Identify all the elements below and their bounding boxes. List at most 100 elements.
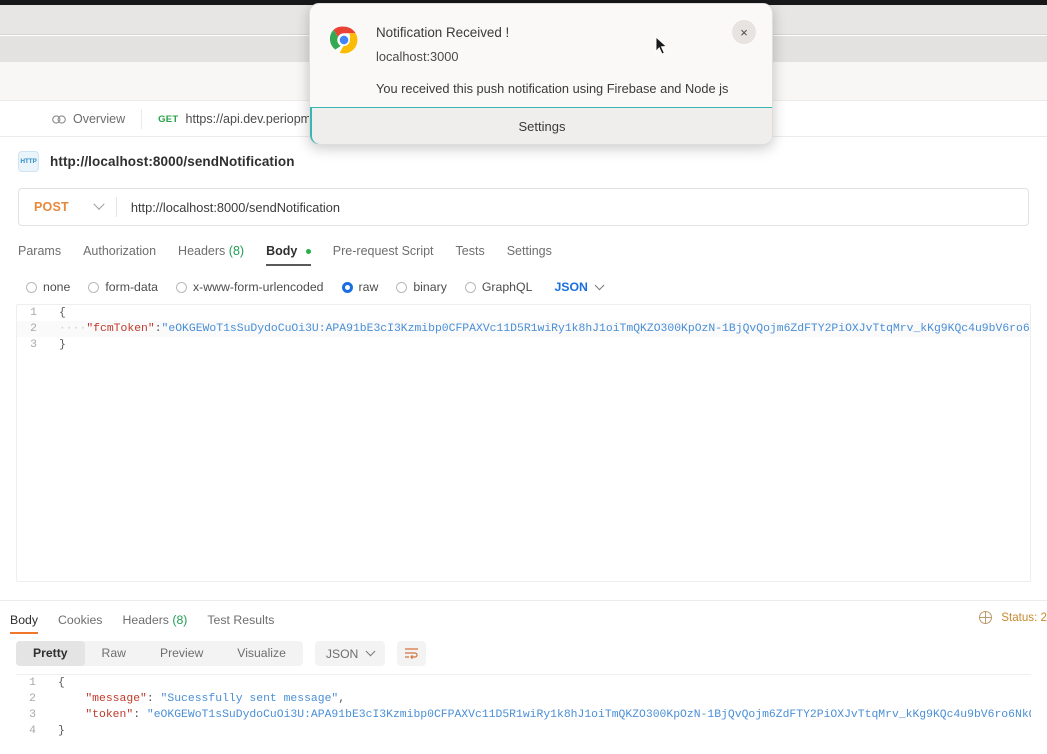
code-line: 3 "token": "eOKGEWoT1sSuDydoCuOi3U:APA91… [16,707,1031,723]
response-body-editor[interactable]: 1 { 2 "message": "Sucessfully sent messa… [16,674,1031,744]
tab-authorization-label: Authorization [83,244,156,258]
url-bar: POST http://localhost:8000/sendNotificat… [18,188,1029,226]
response-tab-headers-label: Headers [122,613,168,627]
radio-form-data[interactable]: form-data [88,280,158,294]
response-tab-cookies-label: Cookies [58,613,102,627]
notification-message: You received this push notification usin… [376,81,728,96]
body-format-dropdown[interactable]: JSON [554,280,603,294]
tab-headers-label: Headers [178,244,225,258]
close-icon[interactable]: × [732,20,756,44]
radio-raw-icon [342,282,353,293]
json-value: "eOKGEWoT1sSuDydoCuOi3U:APA91bE3cI3Kzmib… [147,709,1031,721]
code-line: 1 { [17,305,1030,321]
request-option-tabs: Params Authorization Headers (8) Body Pr… [0,226,1047,266]
view-pretty[interactable]: Pretty [16,641,85,666]
tab-overview[interactable]: Overview [0,101,141,137]
radio-binary[interactable]: binary [396,280,447,294]
globe-icon [979,611,992,624]
radio-form-data-label: form-data [105,280,158,294]
response-tabbar: Body Cookies Headers (8) Test Results St… [0,601,1047,634]
radio-binary-icon [396,282,407,293]
code-line: 2 ····"fcmToken":"eOKGEWoT1sSuDydoCuOi3U… [17,321,1030,337]
tab-settings[interactable]: Settings [507,244,552,266]
tab-pre-request-script-label: Pre-request Script [333,244,434,258]
tab-method-label: GET [158,114,178,125]
response-tab-test-results[interactable]: Test Results [207,613,274,634]
tab-overview-label: Overview [73,112,125,126]
notification-body: Notification Received ! localhost:3000 Y… [310,4,772,112]
json-comma: , [338,693,345,705]
json-key: "message" [85,693,147,705]
response-tab-body[interactable]: Body [10,613,38,634]
body-modified-dot-icon [306,249,311,254]
tab-tests-label: Tests [456,244,485,258]
radio-none-icon [26,282,37,293]
tab-tests[interactable]: Tests [456,244,485,266]
view-visualize[interactable]: Visualize [220,641,303,666]
tab-body[interactable]: Body [266,244,311,266]
response-view-toolbar: Pretty Raw Preview Visualize JSON [0,634,1047,666]
view-raw-label: Raw [102,646,126,660]
tab-headers-count: (8) [229,244,244,258]
json-key: "token" [85,709,133,721]
status-text: Status: 2 [1001,611,1047,624]
radio-none[interactable]: none [26,280,70,294]
response-format-label: JSON [326,647,359,661]
view-pretty-label: Pretty [33,646,68,660]
response-tab-headers-count: (8) [172,613,187,627]
response-format-dropdown[interactable]: JSON [315,641,386,666]
tab-request-api-dev[interactable]: GET https://api.dev.periopm· [142,101,331,137]
body-format-label: JSON [554,280,588,294]
line-number: 4 [16,723,48,739]
response-tab-headers[interactable]: Headers (8) [122,613,187,634]
radio-graphql-icon [465,282,476,293]
code-line: 1 { [16,675,1031,691]
tab-authorization[interactable]: Authorization [83,244,156,266]
response-view-segmented: Pretty Raw Preview Visualize [16,641,303,666]
response-pane: Body Cookies Headers (8) Test Results St… [0,600,1047,754]
response-tab-cookies[interactable]: Cookies [58,613,102,634]
response-tab-test-results-label: Test Results [207,613,274,627]
tab-headers[interactable]: Headers (8) [178,244,244,266]
http-badge-label: HTTP [20,158,36,165]
chevron-down-icon [93,199,104,210]
method-label: POST [34,200,69,214]
body-type-radio-group: none form-data x-www-form-urlencoded raw… [0,266,1047,294]
overview-icon [52,114,66,125]
method-dropdown[interactable]: POST [19,189,116,225]
line-content: { [49,305,66,321]
json-value: "eOKGEWoT1sSuDydoCuOi3U:APA91bE3cI3Kzmib… [162,323,1031,335]
notification-settings-button[interactable]: Settings [310,107,773,144]
radio-urlencoded[interactable]: x-www-form-urlencoded [176,280,324,294]
json-colon: : [133,709,147,721]
notification-title: Notification Received ! [376,25,509,40]
view-raw[interactable]: Raw [85,641,143,666]
radio-graphql[interactable]: GraphQL [465,280,533,294]
radio-urlencoded-icon [176,282,187,293]
tab-params-label: Params [18,244,61,258]
line-content: { [48,675,65,691]
url-input[interactable]: http://localhost:8000/sendNotification [117,189,340,225]
line-content: } [48,723,65,739]
request-body-editor[interactable]: 1 { 2 ····"fcmToken":"eOKGEWoT1sSuDydoCu… [16,304,1031,582]
notification-source: localhost:3000 [376,49,459,64]
radio-raw[interactable]: raw [342,280,379,294]
code-line: 3 } [17,337,1030,353]
notification-popup[interactable]: Notification Received ! localhost:3000 Y… [309,3,773,145]
radio-urlencoded-label: x-www-form-urlencoded [193,280,324,294]
tab-url-label: https://api.dev.periopm· [186,112,316,126]
postman-window: Overview GET https://api.dev.periopm· HT… [0,0,1047,754]
postman-workbench: Overview GET https://api.dev.periopm· HT… [0,101,1047,754]
tab-params[interactable]: Params [18,244,61,266]
wrap-text-button[interactable] [397,641,426,666]
tab-pre-request-script[interactable]: Pre-request Script [333,244,434,266]
line-number: 3 [17,337,49,353]
radio-binary-label: binary [413,280,447,294]
json-colon: : [155,323,162,335]
view-preview[interactable]: Preview [143,641,220,666]
line-number: 2 [16,691,48,707]
json-value: "Sucessfully sent message" [161,693,339,705]
json-colon: : [147,693,161,705]
tab-body-label: Body [266,244,297,258]
status-badge: Status: 2 [979,611,1047,624]
